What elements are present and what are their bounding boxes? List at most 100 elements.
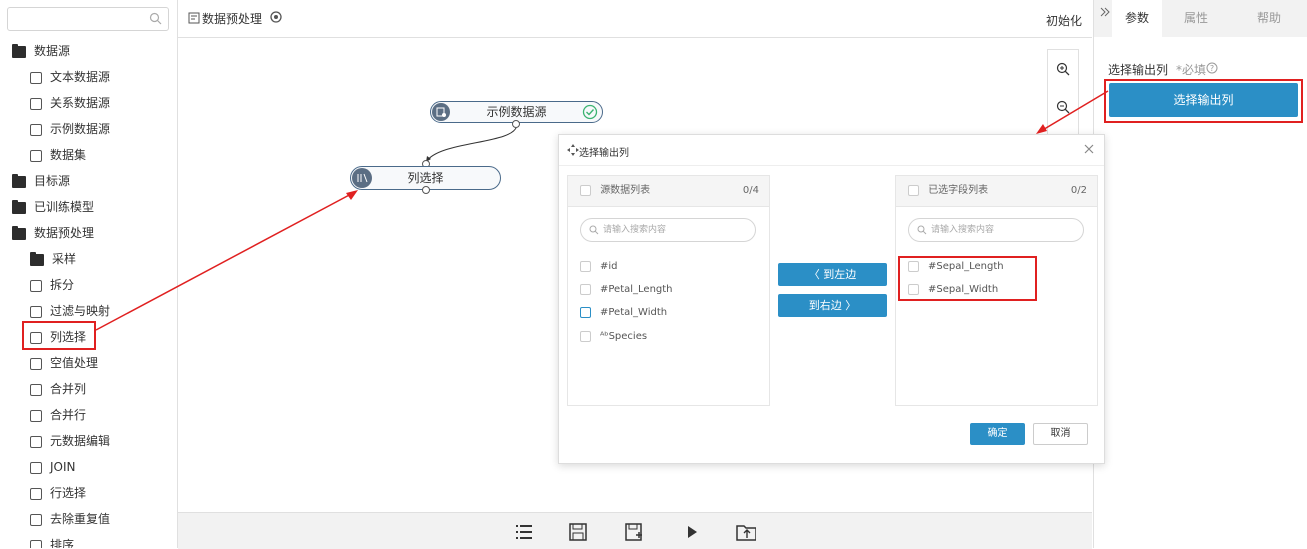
- list-item[interactable]: #id: [580, 257, 618, 277]
- relational-datasource-icon: [30, 97, 42, 110]
- list-item[interactable]: ᴬᵇSpecies: [580, 327, 647, 347]
- sidebar-item-metadata-edit[interactable]: 元数据编辑: [30, 428, 110, 454]
- move-icon: [567, 144, 579, 156]
- export-folder-icon[interactable]: [736, 523, 756, 541]
- move-right-button[interactable]: 到右边 〉: [778, 294, 887, 317]
- sidebar-item-merge-columns[interactable]: 合并列: [30, 376, 86, 402]
- selection-count: 0/2: [1070, 185, 1087, 196]
- sidebar-item-folder[interactable]: 已训练模型: [12, 194, 94, 220]
- sidebar-item-label: 文本数据源: [50, 70, 111, 84]
- folder-icon: [12, 225, 26, 240]
- item-checkbox[interactable]: [580, 306, 591, 318]
- sidebar-item-dedupe[interactable]: 去除重复值: [30, 506, 110, 532]
- item-checkbox[interactable]: [580, 260, 591, 272]
- sidebar-item-label: 元数据编辑: [50, 434, 111, 448]
- sidebar-item-join[interactable]: JOIN: [30, 454, 76, 480]
- output-port[interactable]: [422, 186, 430, 194]
- sidebar-item-text-datasource[interactable]: 文本数据源: [30, 64, 110, 90]
- dialog-title: 选择输出列: [579, 148, 629, 159]
- save-icon[interactable]: [568, 523, 588, 541]
- tab-help[interactable]: 帮助: [1230, 0, 1307, 37]
- sidebar-item-null-handle[interactable]: 空值处理: [30, 350, 98, 376]
- sidebar-item-label: 关系数据源: [50, 96, 111, 110]
- sidebar-item-merge-rows[interactable]: 合并行: [30, 402, 86, 428]
- item-label: #id: [600, 261, 618, 272]
- collapse-panel-icon[interactable]: [1100, 7, 1110, 17]
- list-icon[interactable]: [514, 523, 534, 541]
- sidebar-item-label: 拆分: [50, 278, 75, 292]
- svg-text:?: ?: [1210, 64, 1214, 73]
- sidebar-item-label: 排序: [50, 538, 75, 548]
- tab-properties[interactable]: 属性: [1162, 0, 1230, 37]
- select-all-checkbox[interactable]: [908, 184, 919, 196]
- success-check-icon: [582, 104, 598, 120]
- dedupe-icon: [30, 513, 42, 526]
- list-item[interactable]: #Petal_Width: [580, 303, 667, 323]
- list-item[interactable]: #Petal_Length: [580, 280, 673, 300]
- search-placeholder: 请输入搜索内容: [603, 225, 667, 235]
- null-handle-icon: [30, 357, 42, 370]
- panel-header: 已选字段列表 0/2: [896, 176, 1097, 207]
- sidebar-item-label: 已训练模型: [34, 200, 95, 214]
- sidebar-item-dataset[interactable]: 数据集: [30, 142, 86, 168]
- initialize-button[interactable]: 初始化: [1046, 12, 1082, 29]
- save-as-icon[interactable]: [624, 523, 644, 541]
- item-checkbox[interactable]: [580, 283, 591, 295]
- item-checkbox[interactable]: [580, 330, 591, 342]
- sidebar-item-folder[interactable]: 数据源: [12, 38, 70, 64]
- sidebar-item-label: 行选择: [50, 486, 87, 500]
- sidebar-item-sample-datasource[interactable]: 示例数据源: [30, 116, 110, 142]
- cancel-button[interactable]: 取消: [1033, 423, 1088, 445]
- field-label: 选择输出列: [1108, 63, 1169, 77]
- annotation-box-column-select: [22, 321, 96, 350]
- sidebar-item-row-select[interactable]: 行选择: [30, 480, 86, 506]
- folder-icon: [30, 251, 44, 266]
- sort-icon: [30, 539, 42, 548]
- help-icon[interactable]: ?: [1206, 62, 1218, 74]
- sidebar-item-folder[interactable]: 采样: [30, 246, 76, 272]
- sidebar-item-sort[interactable]: 排序: [30, 532, 74, 548]
- dataset-icon: [30, 149, 42, 162]
- move-left-button[interactable]: 〈 到左边: [778, 263, 887, 286]
- select-all-checkbox[interactable]: [580, 184, 591, 196]
- selected-search-input[interactable]: 请输入搜索内容: [908, 218, 1084, 242]
- sidebar-item-folder[interactable]: 数据预处理: [12, 220, 94, 246]
- row-select-icon: [30, 487, 42, 500]
- sidebar-item-label: 目标源: [34, 174, 71, 188]
- sample-datasource-icon: [30, 123, 42, 136]
- zoom-in-icon[interactable]: [1056, 62, 1070, 76]
- sidebar-item-relational-datasource[interactable]: 关系数据源: [30, 90, 110, 116]
- component-search-input[interactable]: [7, 7, 169, 31]
- source-search-input[interactable]: 请输入搜索内容: [580, 218, 756, 242]
- filter-map-icon: [30, 305, 42, 318]
- tab-params[interactable]: 参数: [1112, 0, 1162, 37]
- sidebar-item-split[interactable]: 拆分: [30, 272, 74, 298]
- item-label: ᴬᵇSpecies: [600, 331, 648, 342]
- metadata-edit-icon: [30, 435, 42, 448]
- close-icon[interactable]: [1084, 144, 1094, 154]
- sidebar-item-label: 合并行: [50, 408, 87, 422]
- panel-header: 源数据列表 0/4: [568, 176, 769, 207]
- search-icon: [589, 225, 599, 235]
- merge-rows-icon: [30, 409, 42, 422]
- selection-count: 0/4: [742, 185, 759, 196]
- search-icon: [917, 225, 927, 235]
- sidebar-item-label: 示例数据源: [50, 122, 111, 136]
- divider: [559, 165, 1104, 166]
- settings-icon[interactable]: [269, 10, 283, 24]
- merge-columns-icon: [30, 383, 42, 396]
- search-placeholder: 请输入搜索内容: [931, 225, 995, 235]
- sidebar-item-folder[interactable]: 目标源: [12, 168, 70, 194]
- zoom-out-icon[interactable]: [1056, 100, 1070, 114]
- join-icon: [30, 461, 42, 474]
- folder-icon: [12, 173, 26, 188]
- required-label: *必填: [1176, 63, 1207, 77]
- canvas-toolbar: 数据预处理 初始化: [178, 0, 1092, 38]
- annotation-box-select-button: [1104, 79, 1303, 123]
- ok-button[interactable]: 确定: [970, 423, 1025, 445]
- run-icon[interactable]: [682, 523, 702, 541]
- output-port[interactable]: [512, 120, 520, 128]
- split-icon: [30, 279, 42, 292]
- sidebar-item-label: 数据源: [34, 44, 71, 58]
- item-label: #Petal_Width: [600, 307, 668, 318]
